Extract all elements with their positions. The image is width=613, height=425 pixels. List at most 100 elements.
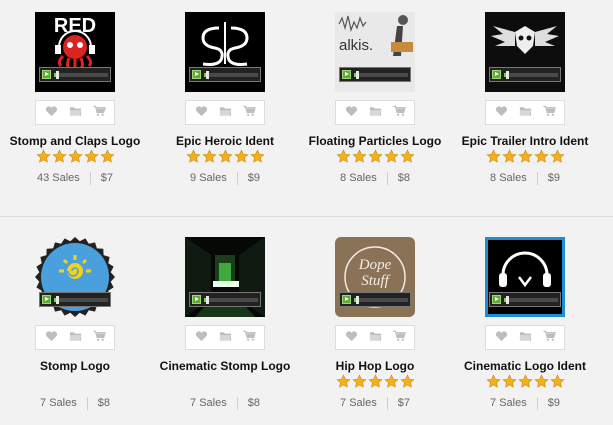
play-icon[interactable] [342,70,351,79]
star-icon [549,149,565,165]
cart-icon [542,329,556,347]
product-thumbnail[interactable]: RED [35,12,115,92]
progress-track[interactable] [354,71,408,79]
wishlist-button[interactable] [41,328,61,348]
star-icon [549,374,565,390]
wishlist-button[interactable] [191,103,211,123]
sales-count: 43 Sales [36,172,80,184]
product-title[interactable]: Hip Hop Logo [295,359,455,373]
sales-count: 8 Sales [490,172,527,184]
add-to-collection-button[interactable] [65,103,85,123]
add-to-cart-button[interactable] [89,103,109,123]
play-icon[interactable] [492,295,501,304]
progress-knob[interactable] [356,296,360,304]
product-meta: 9 Sales $9 [150,171,300,185]
progress-knob[interactable] [506,296,510,304]
meta-divider [89,171,91,185]
wishlist-button[interactable] [341,328,361,348]
product-thumbnail[interactable] [185,12,265,92]
product-thumbnail[interactable]: alkis. [335,12,415,92]
product-thumbnail[interactable] [485,12,565,92]
add-to-cart-button[interactable] [389,103,409,123]
add-to-cart-button[interactable] [539,328,559,348]
play-icon[interactable] [342,295,351,304]
progress-knob[interactable] [56,296,60,304]
progress-track[interactable] [204,71,258,79]
progress-knob[interactable] [506,71,510,79]
audio-player [39,292,111,307]
wishlist-button[interactable] [191,328,211,348]
add-to-cart-button[interactable] [389,328,409,348]
progress-track[interactable] [354,296,408,304]
add-to-collection-button[interactable] [515,328,535,348]
add-to-cart-button[interactable] [239,103,259,123]
add-to-cart-button[interactable] [89,328,109,348]
play-icon[interactable] [42,295,51,304]
progress-knob[interactable] [206,71,210,79]
star-icon [201,149,217,165]
star-icon [501,149,517,165]
folder-icon [369,329,382,347]
action-bar [185,100,265,125]
star-icon [83,149,99,165]
progress-track[interactable] [204,296,258,304]
star-rating [475,149,575,165]
svg-text:Dope: Dope [358,257,392,273]
star-icon [51,149,67,165]
product-meta: 7 Sales $8 [150,396,300,410]
add-to-collection-button[interactable] [215,103,235,123]
progress-knob[interactable] [356,71,360,79]
action-bar [35,100,115,125]
add-to-cart-button[interactable] [239,328,259,348]
wishlist-button[interactable] [41,103,61,123]
meta-divider [536,171,538,185]
product-thumbnail[interactable] [185,237,265,317]
meta-divider [386,396,388,410]
star-rating [475,374,575,390]
star-icon [485,374,501,390]
price: $9 [547,397,560,409]
star-icon [399,149,415,165]
product-thumbnail[interactable] [35,237,115,317]
progress-track[interactable] [54,296,108,304]
add-to-collection-button[interactable] [65,328,85,348]
add-to-collection-button[interactable] [215,328,235,348]
star-icon [335,374,351,390]
add-to-cart-button[interactable] [539,103,559,123]
star-rating [325,374,425,390]
product-title[interactable]: Cinematic Stomp Logo [145,359,305,373]
product-title[interactable]: Epic Heroic Ident [145,134,305,148]
heart-icon [195,329,208,347]
meta-divider [536,396,538,410]
progress-track[interactable] [54,71,108,79]
product-title[interactable]: Floating Particles Logo [295,134,455,148]
product-title[interactable]: Stomp Logo [0,359,155,373]
product-title[interactable]: Stomp and Claps Logo [0,134,155,148]
product-thumbnail[interactable] [485,237,565,317]
play-icon[interactable] [42,70,51,79]
product-thumbnail[interactable]: Dope Stuff [335,237,415,317]
play-icon[interactable] [192,295,201,304]
star-icon [383,374,399,390]
progress-track[interactable] [504,296,558,304]
wishlist-button[interactable] [341,103,361,123]
add-to-collection-button[interactable] [365,328,385,348]
progress-track[interactable] [504,71,558,79]
wishlist-button[interactable] [491,103,511,123]
star-icon [351,374,367,390]
product-title[interactable]: Cinematic Logo Ident [445,359,605,373]
sales-count: 7 Sales [40,397,77,409]
folder-icon [519,104,532,122]
product-meta: 7 Sales $9 [450,396,600,410]
cart-icon [392,104,406,122]
product-title[interactable]: Epic Trailer Intro Ident [445,134,605,148]
wishlist-button[interactable] [491,328,511,348]
folder-icon [369,104,382,122]
play-icon[interactable] [492,70,501,79]
heart-icon [45,104,58,122]
progress-knob[interactable] [206,296,210,304]
play-icon[interactable] [192,70,201,79]
add-to-collection-button[interactable] [365,103,385,123]
add-to-collection-button[interactable] [515,103,535,123]
progress-knob[interactable] [56,71,60,79]
